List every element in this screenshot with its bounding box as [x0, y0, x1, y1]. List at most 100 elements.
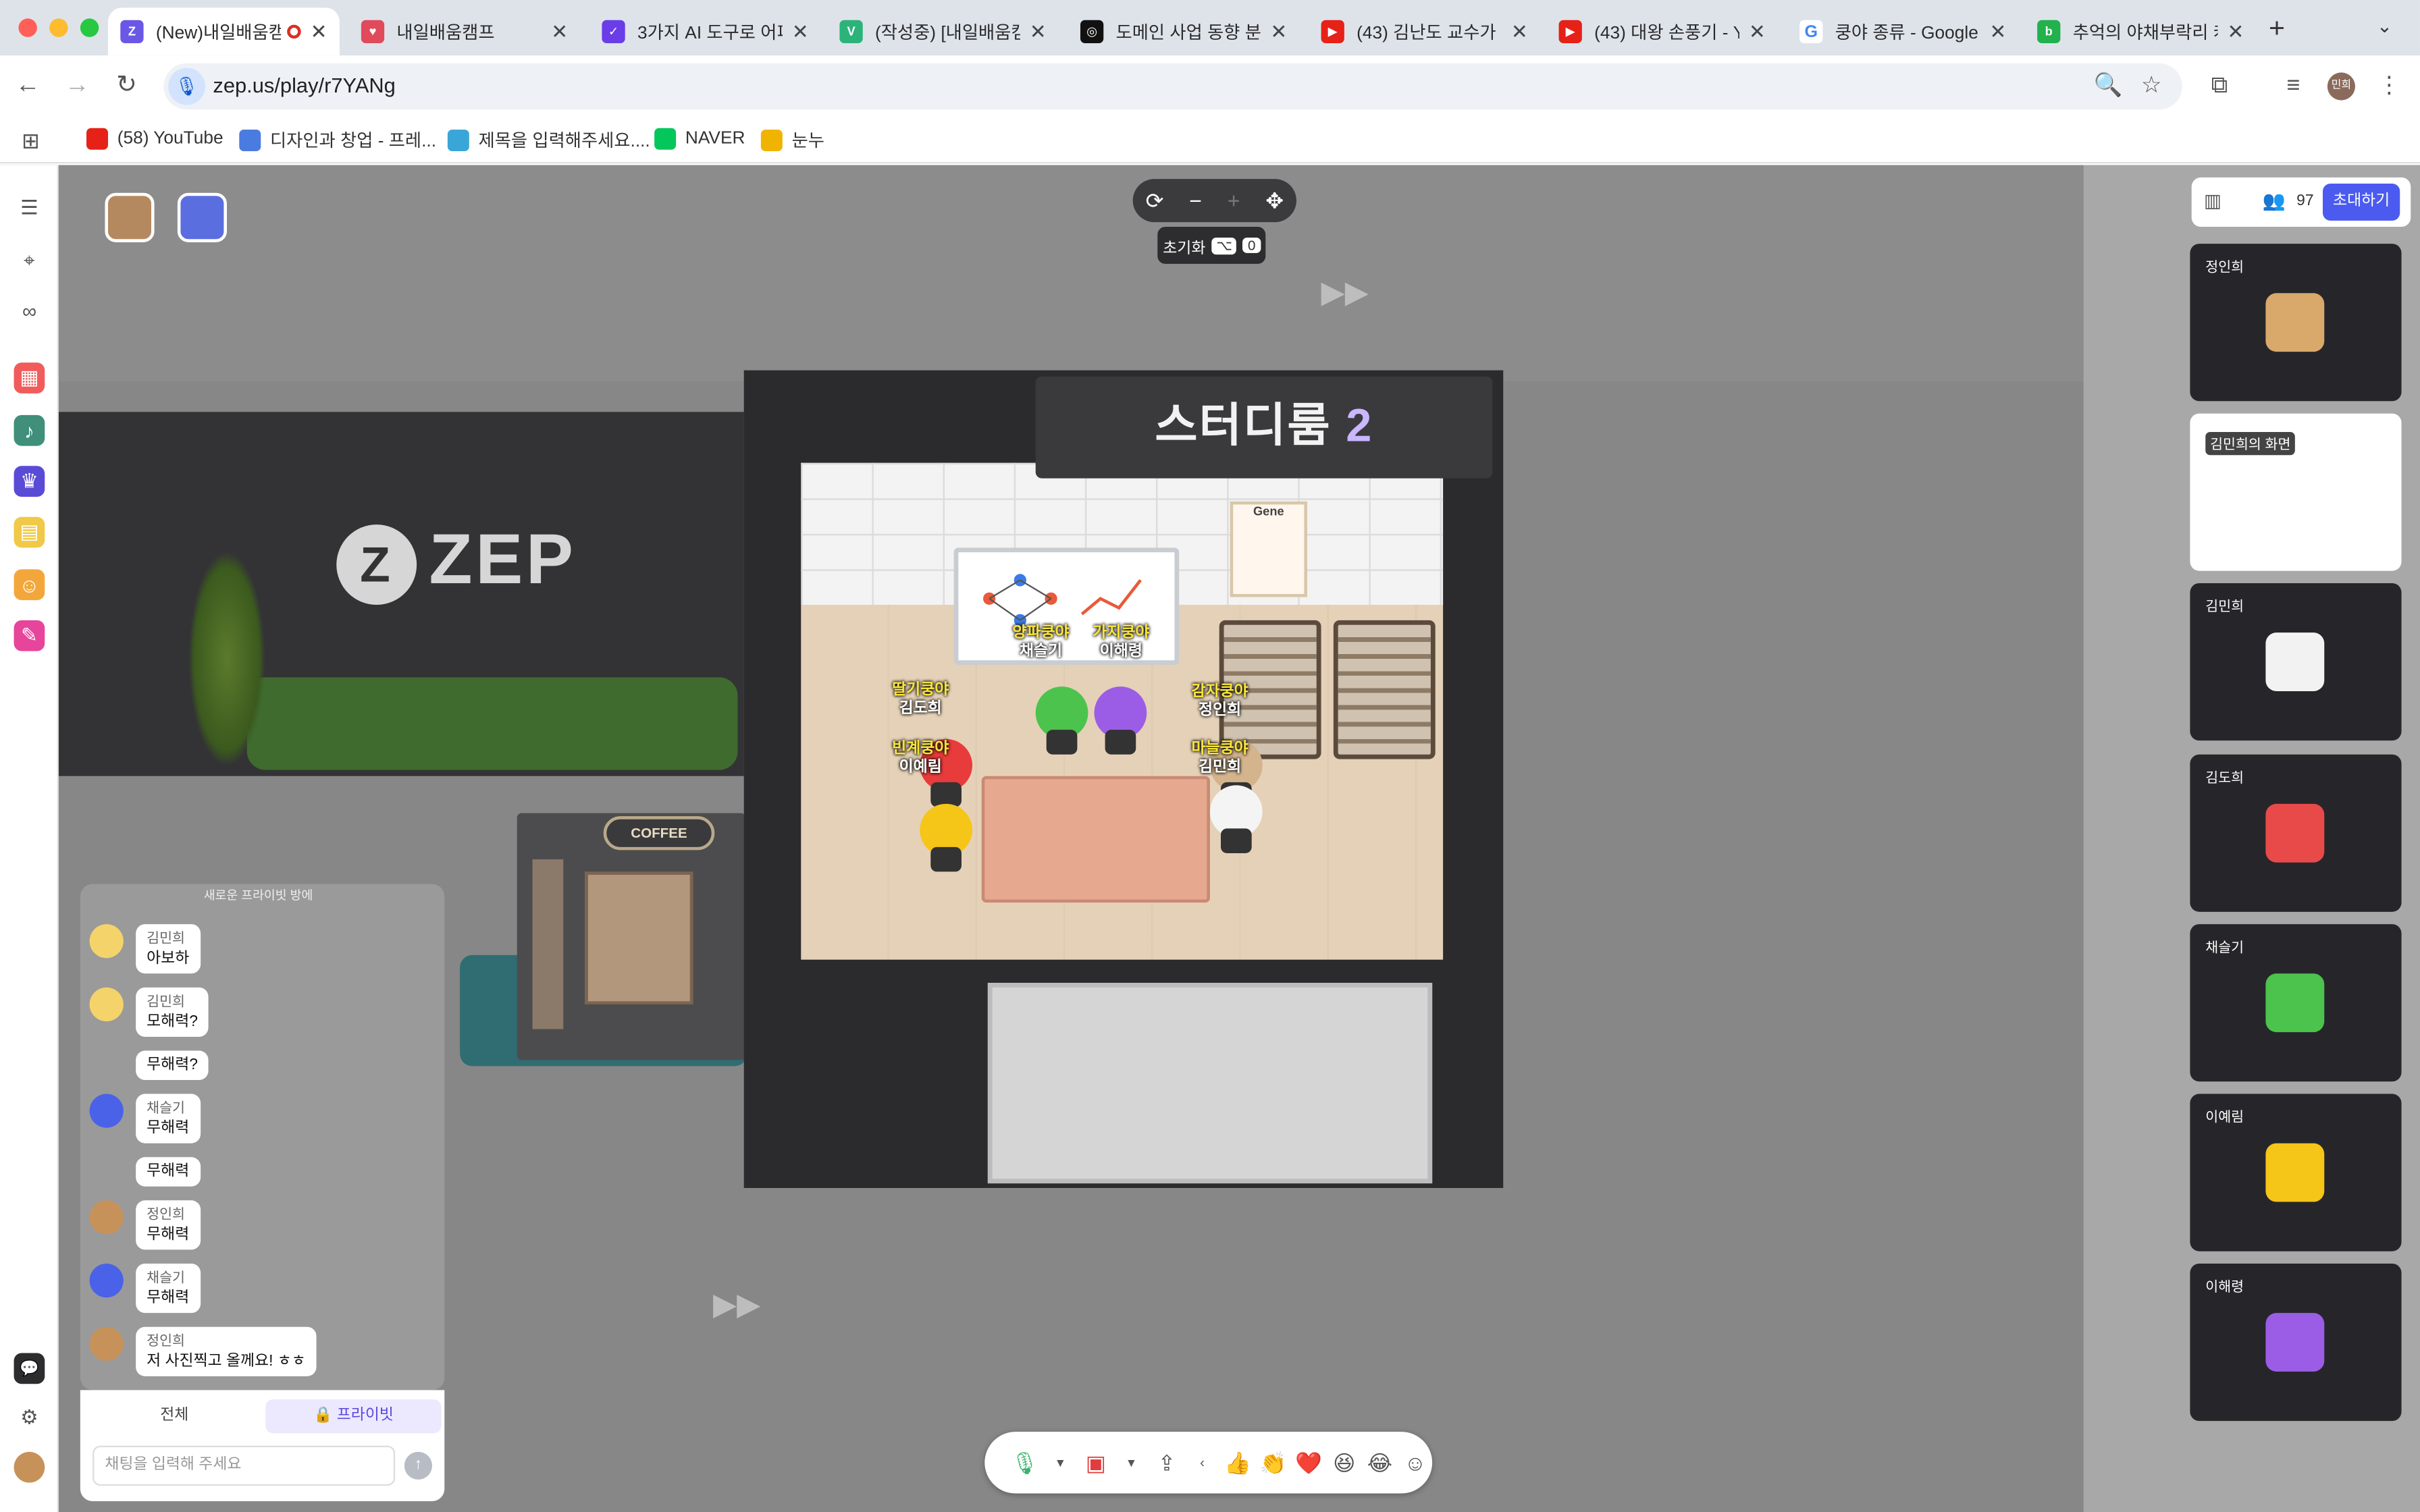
new-tab-button[interactable]: +: [2269, 12, 2285, 45]
video-card[interactable]: 정인희: [2190, 244, 2402, 402]
location-pin-icon[interactable]: ⌖: [14, 245, 45, 276]
extensions-icon[interactable]: ⧉: [2204, 71, 2235, 102]
tab[interactable]: b 추억의 야채부락리 캐 ✕: [2025, 7, 2257, 55]
brush-app-icon[interactable]: ✎: [14, 620, 45, 651]
zep-left-rail: ☰ ⌖ ∞ ▦ ♪ ♛ ▤ ☺ ✎ 💬 ⚙: [0, 165, 59, 1512]
close-window-button[interactable]: [18, 18, 37, 37]
player-nametag: 감자쿵야 정인희: [1192, 684, 1248, 721]
move-icon[interactable]: ✥: [1265, 188, 1284, 214]
profile-avatar[interactable]: 민희: [2327, 72, 2355, 101]
player-avatar[interactable]: [1032, 686, 1091, 757]
tab[interactable]: ▶ (43) 김난도 교수가 들 ✕: [1309, 7, 1540, 55]
people-icon[interactable]: 👥: [2263, 190, 2286, 211]
zoom-out-icon[interactable]: −: [1189, 188, 1202, 213]
star-icon[interactable]: ☆: [2136, 71, 2167, 102]
player-name: 이해령: [1099, 643, 1142, 661]
room-title-sign: 스터디룸 2: [1035, 376, 1493, 479]
video-card[interactable]: 이예림: [2190, 1094, 2402, 1251]
chat-icon[interactable]: 💬: [14, 1353, 45, 1384]
close-tab-icon[interactable]: ✕: [2227, 20, 2244, 45]
close-tab-icon[interactable]: ✕: [311, 20, 327, 45]
address-bar[interactable]: 🎙 zep.us/play/r7YANg 🔍 ☆: [163, 63, 2182, 110]
zoom-icon[interactable]: 🔍: [2093, 71, 2124, 102]
close-tab-icon[interactable]: ✕: [551, 20, 568, 45]
player-avatar[interactable]: [1207, 785, 1265, 856]
bookmark-title[interactable]: 제목을 입력해주세요....: [447, 128, 650, 153]
video-card[interactable]: 채슬기: [2190, 924, 2402, 1082]
tab[interactable]: ✓ 3가지 AI 도구로 어피 ✕: [589, 7, 821, 55]
invite-button[interactable]: 초대하기: [2322, 183, 2400, 221]
tab[interactable]: ♥ 내일배움캠프 ✕: [349, 7, 581, 55]
chat-bubble: 무해력?: [136, 1050, 209, 1080]
tab-title: 추억의 야채부락리 캐: [2072, 24, 2218, 43]
refresh-icon[interactable]: ⟳: [1146, 188, 1164, 214]
tab-active[interactable]: Z (New)내일배움캠 ✕: [107, 7, 340, 56]
bookmark-noonnu[interactable]: 눈누: [760, 128, 824, 153]
reset-zoom-button[interactable]: 초기화 ⌥ 0: [1157, 226, 1266, 264]
camera-off-icon[interactable]: ▣: [1080, 1447, 1111, 1478]
link-icon[interactable]: ∞: [14, 295, 45, 326]
reaction-thumbs-up[interactable]: 👍: [1222, 1447, 1253, 1478]
minimize-window-button[interactable]: [49, 18, 68, 37]
reaction-heart[interactable]: ❤️: [1293, 1447, 1324, 1478]
bookmark-design[interactable]: 디자인과 창업 - 프레...: [239, 128, 436, 153]
hamburger-menu-icon[interactable]: ☰: [14, 193, 45, 224]
zoom-in-icon[interactable]: +: [1228, 188, 1240, 213]
study-table: [981, 776, 1210, 903]
close-tab-icon[interactable]: ✕: [792, 20, 809, 45]
tab-title: (New)내일배움캠: [155, 24, 282, 43]
forward-arrow-icon[interactable]: →: [61, 71, 93, 102]
my-avatar[interactable]: [14, 1451, 45, 1483]
close-tab-icon[interactable]: ✕: [1749, 20, 1766, 45]
screen-share-icon[interactable]: ⇪: [1151, 1447, 1182, 1478]
my-character-avatar[interactable]: [177, 192, 227, 242]
bookmark-youtube[interactable]: (58) YouTube: [86, 128, 223, 150]
chat-tab-all[interactable]: 전체: [86, 1399, 263, 1433]
tab[interactable]: G 쿵야 종류 - Google ✕: [1787, 7, 2019, 55]
player-avatar[interactable]: [1091, 686, 1150, 757]
player-nametag: 가지쿵야 이해령: [1093, 625, 1149, 662]
crown-app-icon[interactable]: ♛: [14, 466, 45, 497]
chevron-down-icon[interactable]: ▾: [1045, 1447, 1076, 1478]
screen-share-card[interactable]: 김민희의 화면: [2190, 413, 2402, 571]
tab-search-icon[interactable]: ⌄: [2377, 16, 2392, 37]
video-card[interactable]: 이해령: [2190, 1263, 2402, 1422]
media-control-icon[interactable]: ≡: [2278, 71, 2309, 102]
add-emoji-icon[interactable]: ☺: [1400, 1447, 1431, 1478]
chevron-left-icon[interactable]: ‹: [1187, 1447, 1218, 1478]
tab[interactable]: V (작성중) [내일배움캠 ✕: [827, 7, 1059, 55]
close-tab-icon[interactable]: ✕: [1989, 20, 2006, 45]
tab[interactable]: ▶ (43) 대왕 손풍기 - Yo ✕: [1546, 7, 1778, 55]
window-bench: [987, 982, 1433, 1184]
video-card[interactable]: 김민희: [2190, 583, 2402, 741]
chevron-down-icon[interactable]: ▾: [1116, 1447, 1147, 1478]
menu-kebab-icon[interactable]: ⋮: [2373, 71, 2404, 102]
emoji-app-icon[interactable]: ☺: [14, 569, 45, 601]
settings-gear-icon[interactable]: ⚙: [14, 1403, 45, 1434]
layout-icon[interactable]: ▥: [2204, 190, 2221, 211]
reaction-tears[interactable]: 😂: [1365, 1447, 1396, 1478]
close-tab-icon[interactable]: ✕: [1511, 20, 1528, 45]
folder-app-icon[interactable]: ▤: [14, 516, 45, 548]
microphone-icon[interactable]: 🎙: [1009, 1447, 1041, 1478]
chat-tab-private[interactable]: 🔒 프라이빗: [265, 1399, 442, 1434]
bookmark-naver[interactable]: NAVER: [654, 128, 745, 150]
close-tab-icon[interactable]: ✕: [1030, 20, 1047, 45]
send-arrow-icon[interactable]: ↑: [404, 1451, 432, 1480]
apps-grid-icon[interactable]: ⊞: [22, 128, 40, 155]
maximize-window-button[interactable]: [80, 18, 99, 37]
calendar-app-icon[interactable]: ▦: [14, 362, 45, 394]
game-app-icon[interactable]: ♪: [14, 414, 45, 446]
reaction-clap[interactable]: 👏: [1258, 1447, 1289, 1478]
tab[interactable]: ◎ 도메인 사업 동향 분석 ✕: [1068, 7, 1300, 55]
reload-icon[interactable]: ↻: [111, 71, 142, 102]
group-avatar[interactable]: [105, 192, 155, 242]
microphone-icon[interactable]: 🎙: [168, 68, 205, 105]
video-card[interactable]: 김도희: [2190, 754, 2402, 912]
back-arrow-icon[interactable]: ←: [12, 71, 43, 102]
player-avatar[interactable]: [917, 803, 976, 875]
close-tab-icon[interactable]: ✕: [1270, 20, 1287, 45]
chat-input[interactable]: 채팅을 입력해 주세요: [93, 1445, 396, 1486]
reaction-laugh[interactable]: 😆: [1329, 1447, 1360, 1478]
recording-icon: [287, 24, 301, 39]
